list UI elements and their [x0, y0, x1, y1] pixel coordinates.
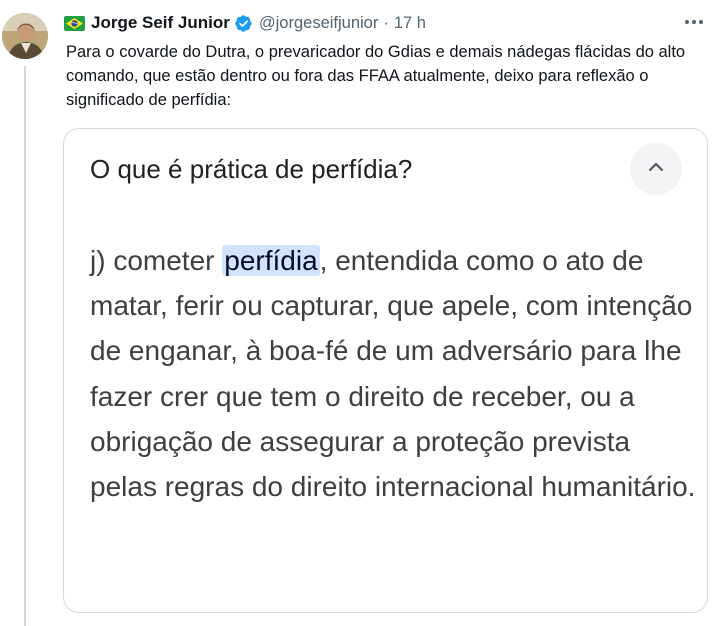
attached-image-card[interactable]: O que é prática de perfídia? j) cometer … [63, 128, 708, 613]
header-separator: · [383, 13, 389, 32]
card-question: O que é prática de perfídia? [90, 154, 413, 184]
tweet-header: Jorge Seif Junior @jorgeseifjunior · 17 … [64, 11, 426, 35]
author-handle[interactable]: @jorgeseifjunior [259, 14, 378, 33]
verified-badge-icon[interactable] [234, 14, 253, 33]
collapse-button[interactable] [630, 143, 682, 195]
definition-text: j) cometer perfídia, entendida como o at… [90, 238, 700, 509]
avatar[interactable] [2, 13, 48, 59]
definition-prefix: j) cometer [90, 245, 223, 276]
more-options-icon[interactable] [676, 10, 712, 34]
tweet-text: Para o covarde do Dutra, o prevaricador … [66, 43, 686, 109]
definition-suffix: , entendida como o ato de matar, ferir o… [90, 245, 696, 503]
brazil-flag-icon [64, 15, 85, 31]
thread-line [24, 66, 26, 626]
highlighted-term: perfídia [222, 245, 320, 276]
avatar-image [2, 13, 48, 59]
chevron-up-icon [647, 160, 665, 178]
author-name[interactable]: Jorge Seif Junior [91, 13, 230, 33]
tweet-timestamp[interactable]: 17 h [394, 14, 426, 33]
